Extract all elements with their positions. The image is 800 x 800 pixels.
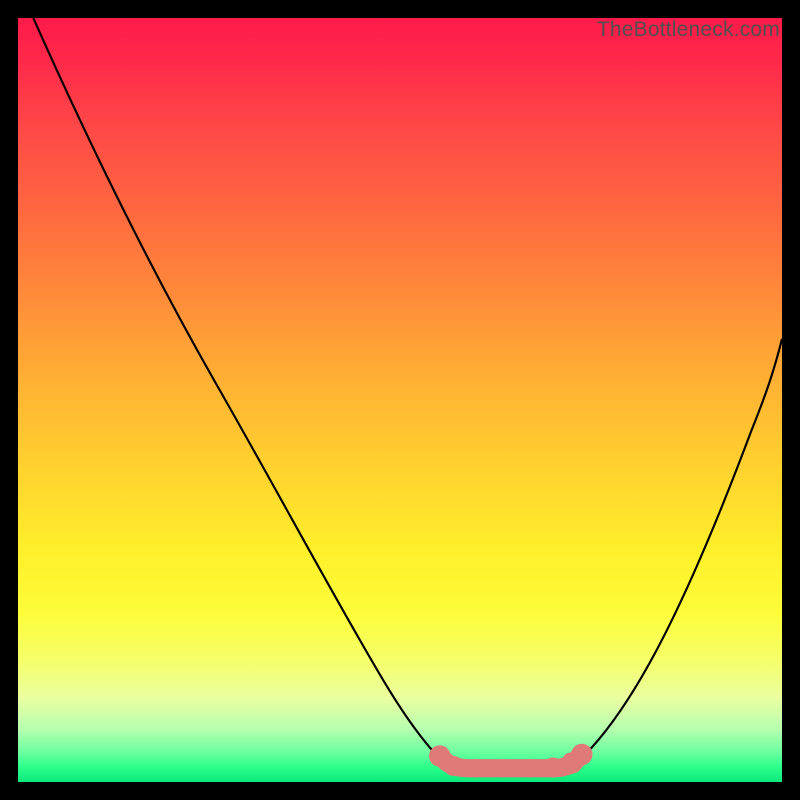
right-curve [576, 339, 782, 764]
watermark-text: TheBottleneck.com [597, 18, 780, 42]
curve-overlay [18, 18, 782, 782]
plot-area [18, 18, 782, 782]
chart-frame: TheBottleneck.com [0, 0, 800, 800]
left-curve [33, 18, 446, 764]
